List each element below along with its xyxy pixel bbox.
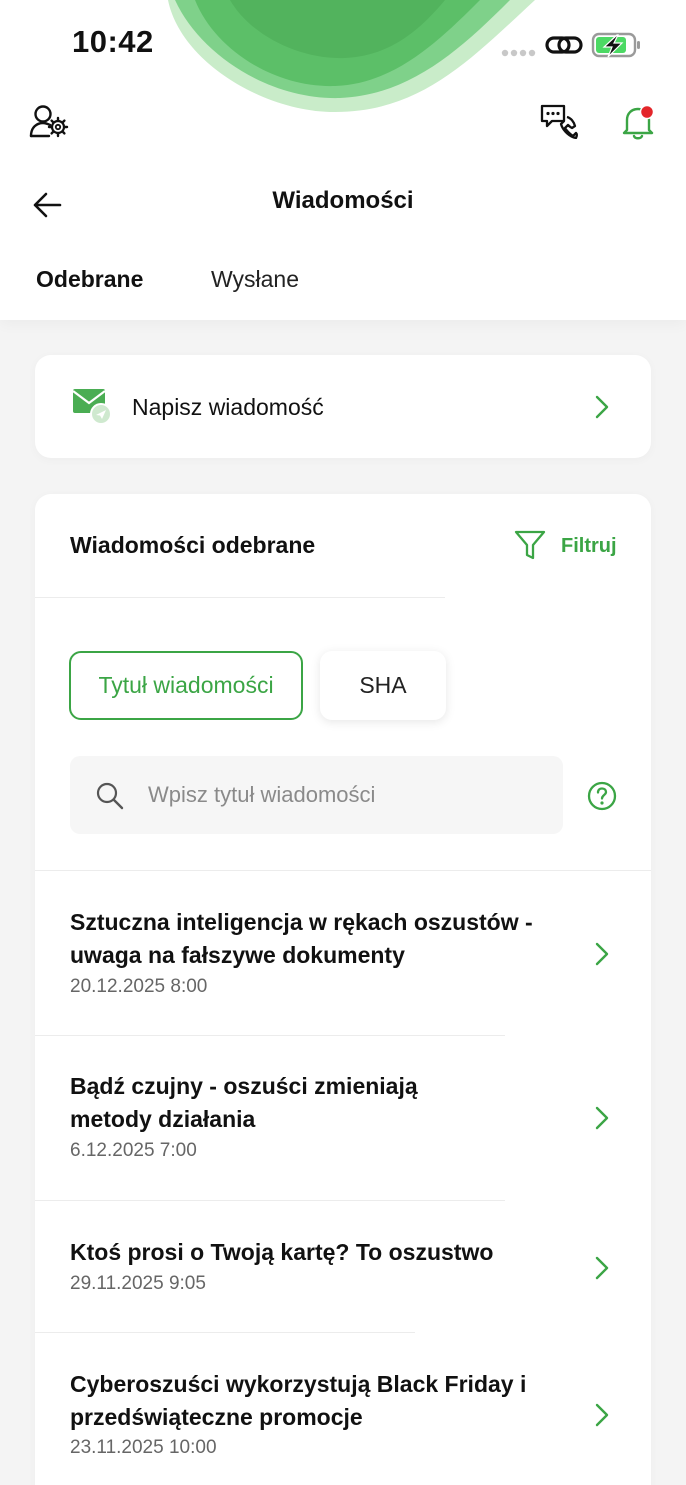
message-title: Sztuczna inteligencja w rękach oszustów …	[70, 909, 533, 968]
status-icons	[501, 32, 640, 58]
envelope-icon	[72, 389, 112, 425]
message-date: 6.12.2025 7:00	[70, 1140, 197, 1161]
signal-icon	[501, 49, 536, 57]
message-title: Ktoś prosi o Twoją kartę? To oszustwo	[70, 1239, 494, 1265]
link-icon	[545, 36, 583, 54]
message-date: 20.12.2025 8:00	[70, 976, 208, 997]
message-item[interactable]: Ktoś prosi o Twoją kartę? To oszustwo 29…	[35, 1201, 651, 1332]
message-date: 23.11.2025 10:00	[70, 1437, 217, 1458]
divider	[35, 597, 445, 598]
tab-sent[interactable]: Wysłane	[211, 266, 299, 293]
filter-button[interactable]: Filtruj	[561, 535, 617, 558]
inbox-card: Wiadomości odebrane Filtruj Tytuł wiadom…	[35, 494, 651, 1485]
decorative-blob	[168, 0, 535, 113]
battery-charging-icon	[591, 32, 640, 58]
help-icon[interactable]	[587, 781, 617, 811]
chevron-right-icon	[595, 395, 609, 419]
chevron-right-icon	[595, 1106, 609, 1130]
inbox-title: Wiadomości odebrane	[70, 532, 316, 558]
tab-received[interactable]: Odebrane	[36, 266, 143, 293]
compose-message-label: Napisz wiadomość	[132, 394, 324, 420]
compose-message-card[interactable]: Napisz wiadomość	[35, 355, 651, 458]
search-icon	[96, 782, 124, 810]
support-chat-icon[interactable]	[539, 103, 579, 139]
message-title: Bądź czujny - oszuści zmieniają metody d…	[70, 1073, 418, 1132]
message-title: Cyberoszuści wykorzystują Black Friday i…	[70, 1371, 527, 1430]
top-bar: 10:42 Wiadomości Odebrane Wysłane	[0, 0, 686, 320]
message-item[interactable]: Bądź czujny - oszuści zmieniają metody d…	[35, 1036, 651, 1199]
user-settings-icon[interactable]	[29, 104, 69, 140]
filter-icon[interactable]	[514, 529, 546, 561]
chevron-right-icon	[595, 1256, 609, 1280]
notification-dot	[639, 104, 655, 120]
status-time: 10:42	[72, 24, 154, 59]
message-item[interactable]: Cyberoszuści wykorzystują Black Friday i…	[35, 1333, 651, 1485]
chevron-right-icon	[595, 942, 609, 966]
search-box	[70, 756, 563, 834]
page-title: Wiadomości	[272, 187, 414, 214]
notification-bell-icon[interactable]	[618, 102, 658, 142]
search-mode-title[interactable]: Tytuł wiadomości	[69, 651, 303, 720]
message-item[interactable]: Sztuczna inteligencja w rękach oszustów …	[35, 871, 651, 1034]
search-mode-sha[interactable]: SHA	[320, 651, 446, 720]
message-date: 29.11.2025 9:05	[70, 1273, 206, 1294]
search-input[interactable]	[148, 756, 548, 834]
chevron-right-icon	[595, 1403, 609, 1427]
